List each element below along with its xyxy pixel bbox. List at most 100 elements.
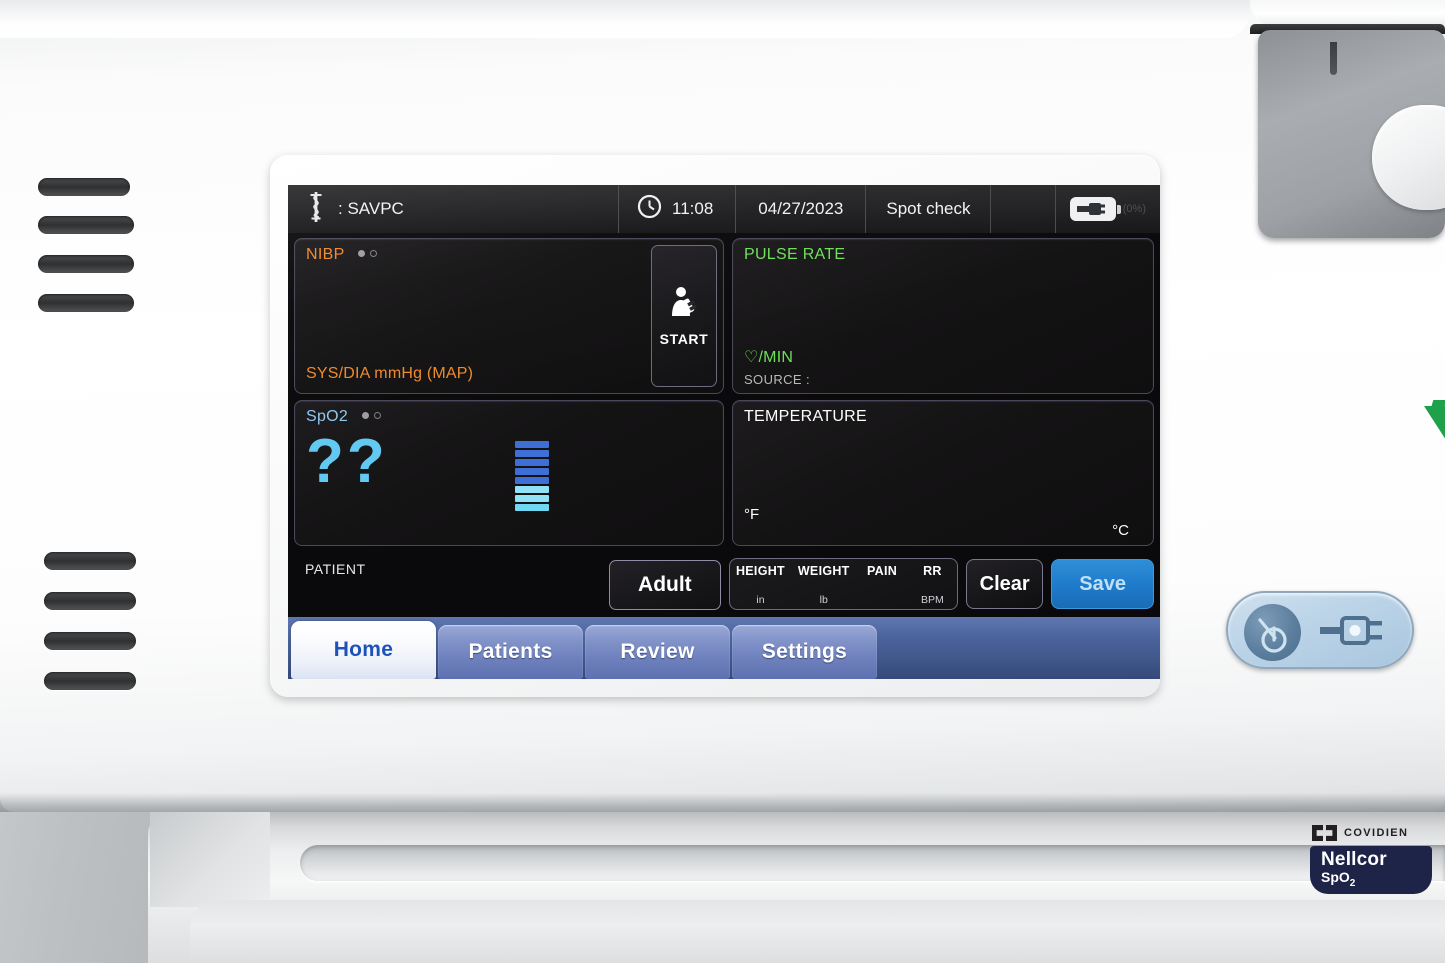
weight-unit: lb (819, 594, 828, 606)
vent-slot (44, 672, 136, 690)
battery-percent: (0%) (1122, 203, 1146, 215)
pain-header: PAIN (866, 564, 898, 578)
spo2-panel[interactable]: SpO2 ?? (294, 400, 724, 546)
height-header: HEIGHT (735, 564, 785, 578)
save-button[interactable]: Save (1051, 559, 1154, 609)
tab-home[interactable]: Home (291, 621, 436, 679)
manual-fields-box[interactable]: HEIGHT WEIGHT PAIN RR in lb BPM (728, 558, 959, 610)
vitals-grid: NIBP SYS/DIA mmHg (MAP) START PULSE RATE… (288, 233, 1160, 551)
nellcor-name: Nellcor (1321, 849, 1387, 870)
rr-unit: BPM (921, 594, 944, 606)
nellcor-badge: Nellcor SpO2 (1310, 846, 1432, 894)
time-cell[interactable]: 11:08 (619, 185, 735, 233)
lcd-screen: : SAVPC 11:08 04/27/2023 Spot check (0%)… (288, 185, 1160, 679)
patient-cuff-icon (667, 285, 701, 324)
vent-slot (38, 216, 134, 234)
signal-bar-segment (515, 468, 549, 475)
vent-slot (38, 178, 130, 196)
nellcor-sub-text: SpO (1321, 869, 1350, 885)
pulse-rate-units: ♡/MIN (743, 349, 794, 366)
chassis-lower-lip (190, 900, 1445, 963)
current-time: 11:08 (672, 199, 714, 218)
green-chevron-logo-accent (1430, 400, 1445, 409)
vent-slot (44, 632, 136, 650)
spo2-status-dots (361, 412, 381, 419)
power-button-icon[interactable] (1244, 604, 1301, 661)
start-button-label: START (659, 331, 709, 347)
vent-slot (44, 592, 136, 610)
nibp-panel[interactable]: NIBP SYS/DIA mmHg (MAP) START (294, 238, 724, 394)
temperature-label: TEMPERATURE (743, 408, 867, 425)
dot-filled-icon (361, 412, 369, 419)
chassis-bottom-left (0, 812, 160, 963)
patient-label: PATIENT (305, 561, 366, 577)
signal-bar-segment (515, 504, 549, 511)
temperature-panel[interactable]: TEMPERATURE °F °C (731, 400, 1154, 546)
clinician-name: : SAVPC (338, 199, 404, 218)
vent-slot (38, 255, 134, 273)
status-bar: : SAVPC 11:08 04/27/2023 Spot check (0%) (288, 185, 1160, 233)
dot-outline-icon (370, 250, 378, 257)
nellcor-subtitle: SpO2 (1321, 870, 1432, 891)
signal-bar-segment (515, 486, 549, 493)
signal-bar-segment (515, 441, 549, 448)
ac-plug-icon (1320, 614, 1390, 648)
tab-review[interactable]: Review (585, 625, 730, 679)
signal-bar-segment (515, 459, 549, 466)
tab-patients[interactable]: Patients (438, 625, 583, 679)
nibp-status-dots (358, 250, 378, 257)
tab-settings[interactable]: Settings (732, 625, 877, 679)
status-divider (990, 185, 992, 233)
temperature-unit-f: °F (743, 506, 760, 523)
covidien-wordmark: COVIDIEN (1344, 827, 1409, 839)
vent-slot (38, 294, 134, 312)
signal-bar-segment (515, 450, 549, 457)
manual-fields-headers: HEIGHT WEIGHT PAIN RR (730, 564, 957, 578)
patient-type-button[interactable]: Adult (608, 560, 721, 610)
covidien-mark-icon (1312, 825, 1337, 841)
pulse-rate-label: PULSE RATE (743, 246, 846, 263)
signal-bar-segment (515, 495, 549, 502)
monitor-mode[interactable]: Spot check (866, 185, 990, 233)
nibp-start-button[interactable]: START (650, 245, 717, 387)
clinician-cell[interactable]: : SAVPC (288, 185, 618, 233)
chassis-bevel (150, 812, 270, 907)
battery-plug-icon (1069, 197, 1121, 221)
current-date[interactable]: 04/27/2023 (736, 185, 865, 233)
temperature-unit-c: °C (1112, 522, 1129, 539)
pulse-source: SOURCE : (743, 372, 811, 387)
clock-icon (637, 194, 662, 224)
spo2-value: ?? (306, 427, 388, 496)
device-chassis: : SAVPC 11:08 04/27/2023 Spot check (0%)… (0, 0, 1445, 963)
nibp-units: SYS/DIA mmHg (MAP) (306, 365, 474, 382)
nellcor-branding: COVIDIEN Nellcor SpO2 (1298, 825, 1445, 900)
nellcor-sub-digit: 2 (1349, 877, 1356, 889)
dot-filled-icon (358, 250, 366, 257)
green-chevron-logo (1424, 406, 1445, 440)
battery-cell[interactable]: (0%) (1056, 185, 1160, 233)
vitals-row-bottom: SpO2 ?? TEMPERATURE °F °C (294, 400, 1154, 546)
tab-bar: Home Patients Review Settings (288, 617, 1160, 679)
carry-handle-groove[interactable] (300, 845, 1445, 881)
nibp-header: NIBP (306, 246, 378, 264)
module-slot (1330, 42, 1337, 75)
patient-box: PATIENT Adult (294, 555, 721, 613)
vent-slot (44, 552, 136, 570)
dot-outline-icon (373, 412, 381, 419)
vitals-row-top: NIBP SYS/DIA mmHg (MAP) START PULSE RATE… (294, 238, 1154, 394)
chassis-top-edge (0, 0, 1250, 38)
pain-unit (856, 594, 907, 606)
rr-header: RR (923, 564, 942, 578)
signal-bar-segment (515, 477, 549, 484)
nibp-label: NIBP (306, 246, 345, 263)
pulse-rate-panel[interactable]: PULSE RATE ♡/MIN SOURCE : (731, 238, 1154, 394)
height-unit: in (756, 594, 765, 606)
covidien-logo-row: COVIDIEN (1298, 825, 1445, 841)
clear-button[interactable]: Clear (966, 559, 1044, 609)
manual-fields-units: in lb BPM (730, 594, 957, 606)
weight-header: WEIGHT (797, 564, 850, 578)
signal-bars-icon (515, 441, 549, 511)
spo2-header: SpO2 (306, 408, 381, 426)
caduceus-icon (306, 191, 326, 228)
spo2-label: SpO2 (306, 408, 349, 425)
